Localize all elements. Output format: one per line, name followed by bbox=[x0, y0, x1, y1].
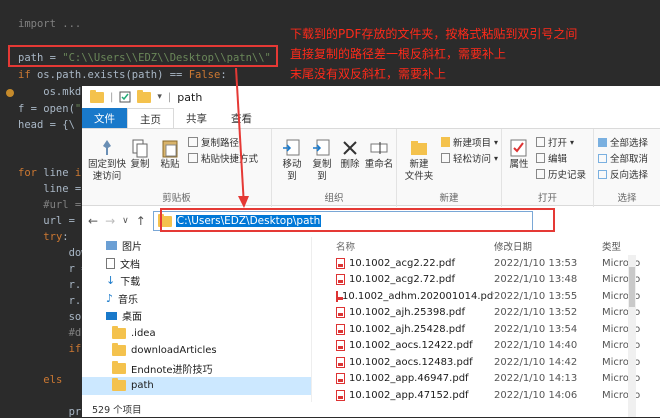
red-arrow bbox=[235, 67, 249, 208]
